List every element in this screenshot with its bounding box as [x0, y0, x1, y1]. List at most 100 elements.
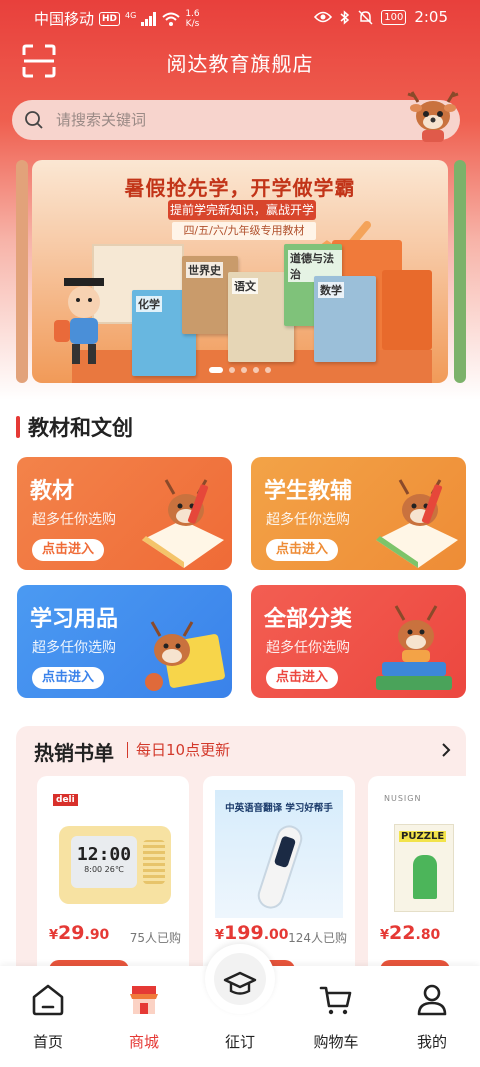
price-integer: 199: [224, 922, 264, 944]
tab-subscribe[interactable]: 征订: [192, 966, 288, 1067]
tab-label: 征订: [224, 1033, 255, 1051]
pen-screen: [273, 835, 297, 869]
book-title: 语文: [232, 278, 258, 294]
banner-pagination: [32, 367, 448, 373]
card-subtitle: 超多任你选购: [32, 512, 116, 528]
clock-display: 12:00 8:00 26℃: [71, 836, 137, 888]
pagination-dot[interactable]: [265, 367, 271, 373]
card-title: 学习用品: [30, 607, 119, 632]
price-decimal: .00: [263, 927, 289, 943]
shop-icon: [130, 986, 158, 1014]
network-speed: 1.6 K/s: [185, 9, 199, 29]
product-price: ¥29.90: [49, 922, 109, 944]
category-card-supplies[interactable]: 学习用品 超多任你选购 点击进入: [17, 585, 232, 698]
puzzle-label: PUZZLE: [399, 831, 447, 842]
deer-mascot: [407, 91, 459, 142]
tab-shop[interactable]: 商城: [96, 966, 192, 1067]
product-image: NUSIGN PUZZLE: [380, 790, 480, 918]
chevron-right-icon[interactable]: [438, 740, 454, 760]
wifi-icon: [162, 12, 180, 26]
sold-count: 75人已购: [129, 931, 181, 945]
banner-subline: 提前学完新知识，赢战开学第一关: [168, 200, 316, 237]
category-card-all[interactable]: 全部分类 超多任你选购 点击进入: [251, 585, 466, 698]
clock-speaker-grill: [143, 840, 165, 884]
currency-symbol: ¥: [380, 928, 390, 943]
enter-button[interactable]: 点击进入: [266, 539, 339, 561]
card-title: 教材: [30, 479, 75, 504]
translator-pen: [254, 822, 306, 912]
hot-list-title: 热销书单: [34, 741, 114, 765]
pagination-dot[interactable]: [209, 367, 223, 373]
currency-symbol: ¥: [215, 928, 225, 943]
price-integer: 29: [58, 922, 85, 944]
brand-logo: NUSIGN: [384, 794, 422, 803]
graduation-cap-icon: [223, 971, 257, 995]
bluetooth-icon: [340, 9, 350, 25]
tab-label: 我的: [416, 1033, 447, 1051]
tab-home[interactable]: 首页: [0, 966, 96, 1067]
product-price: ¥199.00: [215, 922, 289, 944]
page-title: 阅达教育旗舰店: [166, 52, 314, 76]
clock-temperature: 26℃: [104, 865, 124, 874]
student-figure: [54, 278, 104, 364]
hot-list-subtitle: 每日10点更新: [127, 742, 230, 758]
pillar-block: [382, 270, 432, 350]
tab-label: 商城: [128, 1033, 159, 1051]
section-title: 教材和文创: [28, 416, 133, 440]
user-icon: [417, 984, 447, 1016]
price-decimal: .90: [84, 927, 110, 943]
search-input[interactable]: [56, 111, 356, 129]
pagination-dot[interactable]: [241, 367, 247, 373]
banner-next-peek: [454, 160, 466, 383]
clock: 2:05: [414, 8, 448, 26]
product-image: 中英语音翻译 学习好帮手: [215, 790, 343, 918]
promo-banner[interactable]: 暑假抢先学，开学做学霸 提前学完新知识，赢战开学第一关 四/五/六/九年级专用教…: [32, 160, 448, 383]
tab-cart[interactable]: 购物车: [288, 966, 384, 1067]
puzzle-box: PUZZLE: [394, 824, 454, 912]
currency-symbol: ¥: [49, 928, 59, 943]
brand-logo: deli: [53, 794, 78, 806]
battery-level: 100: [381, 9, 407, 25]
price-decimal: .80: [415, 927, 441, 943]
enter-button[interactable]: 点击进入: [32, 539, 105, 561]
speed-unit: K/s: [185, 18, 200, 29]
enter-button[interactable]: 点击进入: [32, 667, 105, 689]
home-icon: [32, 984, 64, 1016]
speed-value: 1.6: [185, 8, 200, 19]
card-subtitle: 超多任你选购: [266, 512, 350, 528]
tab-label: 购物车: [313, 1033, 359, 1051]
book-title: 化学: [136, 296, 162, 312]
book-title: 世界史: [186, 262, 223, 278]
carrier-label: 中国移动: [34, 10, 95, 28]
search-bar[interactable]: [12, 100, 460, 140]
dinosaur-art: [413, 855, 437, 899]
tab-profile[interactable]: 我的: [384, 966, 480, 1067]
card-subtitle: 超多任你选购: [266, 640, 350, 656]
clock-info: 8:00 26℃: [71, 865, 137, 874]
cart-icon: [319, 986, 352, 1015]
network-type: 4G: [125, 10, 137, 20]
section-header: 教材和文创: [16, 412, 133, 442]
section-accent-bar: [16, 416, 20, 438]
deer-on-books-illustration: [376, 605, 452, 690]
product-image: deli 12:00 8:00 26℃: [49, 790, 177, 918]
clock-time: 12:00: [76, 844, 132, 865]
signal-icon: [141, 11, 157, 26]
category-card-textbooks[interactable]: 教材 超多任你选购 点击进入: [17, 457, 232, 570]
search-icon: [25, 111, 43, 129]
deer-with-notebook-illustration: [145, 621, 225, 691]
hd-badge: HD: [99, 11, 121, 26]
price-integer: 22: [389, 922, 416, 944]
banner-headline: 暑假抢先学，开学做学霸: [124, 176, 356, 200]
product-price: ¥22.80: [380, 922, 440, 944]
product-headline: 中英语音翻译 学习好帮手: [225, 803, 333, 814]
card-title: 全部分类: [264, 607, 353, 632]
pagination-dot[interactable]: [253, 367, 259, 373]
enter-button[interactable]: 点击进入: [266, 667, 339, 689]
status-bar: 中国移动 HD 4G 1.6 K/s 100 2:05: [0, 0, 480, 34]
card-title: 学生教辅: [264, 479, 353, 504]
pagination-dot[interactable]: [229, 367, 235, 373]
tab-label: 首页: [32, 1033, 63, 1051]
deer-with-book-illustration: [376, 479, 458, 568]
category-card-study-aids[interactable]: 学生教辅 超多任你选购 点击进入: [251, 457, 466, 570]
